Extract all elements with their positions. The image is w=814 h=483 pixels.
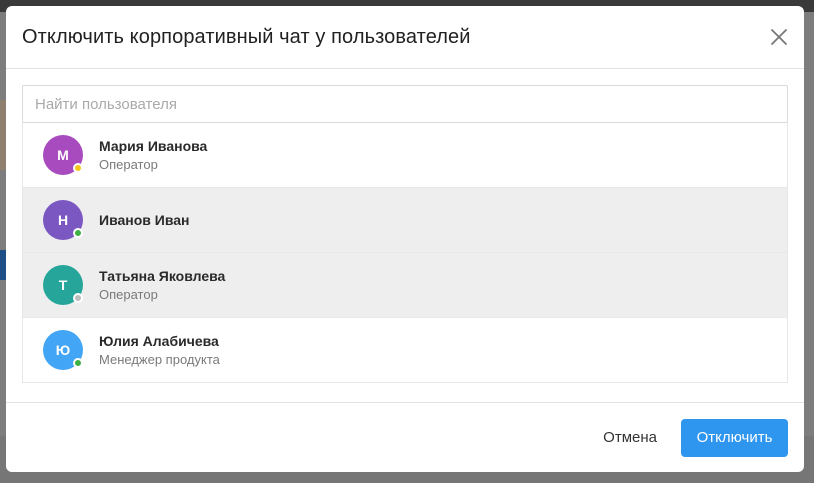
user-list: М Мария Иванова Оператор Н Иванов Иван Т… bbox=[22, 123, 788, 383]
user-list-item[interactable]: Ю Юлия Алабичева Менеджер продукта bbox=[23, 318, 787, 382]
avatar-initial: Т bbox=[58, 277, 68, 293]
user-list-item[interactable]: М Мария Иванова Оператор bbox=[23, 123, 787, 188]
user-name: Иванов Иван bbox=[99, 212, 190, 228]
dialog-header: Отключить корпоративный чат у пользовате… bbox=[6, 6, 804, 69]
search-input[interactable] bbox=[22, 85, 788, 123]
avatar: Ю bbox=[43, 330, 83, 370]
status-indicator bbox=[73, 293, 83, 303]
avatar: М bbox=[43, 135, 83, 175]
avatar-initial: М bbox=[57, 147, 69, 163]
status-indicator bbox=[73, 228, 83, 238]
close-icon[interactable] bbox=[768, 26, 790, 48]
user-info: Юлия Алабичева Менеджер продукта bbox=[99, 332, 220, 369]
user-role: Оператор bbox=[99, 286, 158, 302]
user-role: Оператор bbox=[99, 156, 158, 172]
avatar: Н bbox=[43, 200, 83, 240]
dialog-footer: Отмена Отключить bbox=[6, 402, 804, 472]
user-info: Мария Иванова Оператор bbox=[99, 137, 207, 174]
cancel-button[interactable]: Отмена bbox=[593, 421, 667, 454]
user-name: Татьяна Яковлева bbox=[99, 267, 226, 284]
user-info: Иванов Иван bbox=[99, 211, 190, 229]
user-role: Менеджер продукта bbox=[99, 351, 220, 367]
avatar-initial: Ю bbox=[55, 342, 71, 358]
disable-button[interactable]: Отключить bbox=[681, 418, 788, 457]
status-indicator bbox=[73, 163, 83, 173]
dialog-title: Отключить корпоративный чат у пользовате… bbox=[22, 25, 471, 48]
user-name: Мария Иванова bbox=[99, 137, 208, 154]
user-info: Татьяна Яковлева Оператор bbox=[99, 267, 225, 304]
user-list-item[interactable]: Н Иванов Иван bbox=[23, 188, 787, 253]
user-list-item[interactable]: Т Татьяна Яковлева Оператор bbox=[23, 253, 787, 318]
avatar-initial: Н bbox=[57, 212, 69, 228]
user-name: Юлия Алабичева bbox=[99, 332, 219, 349]
disable-chat-dialog: Отключить корпоративный чат у пользовате… bbox=[6, 6, 804, 472]
dialog-body: М Мария Иванова Оператор Н Иванов Иван Т… bbox=[6, 69, 804, 383]
status-indicator bbox=[73, 358, 83, 368]
avatar: Т bbox=[43, 265, 83, 305]
